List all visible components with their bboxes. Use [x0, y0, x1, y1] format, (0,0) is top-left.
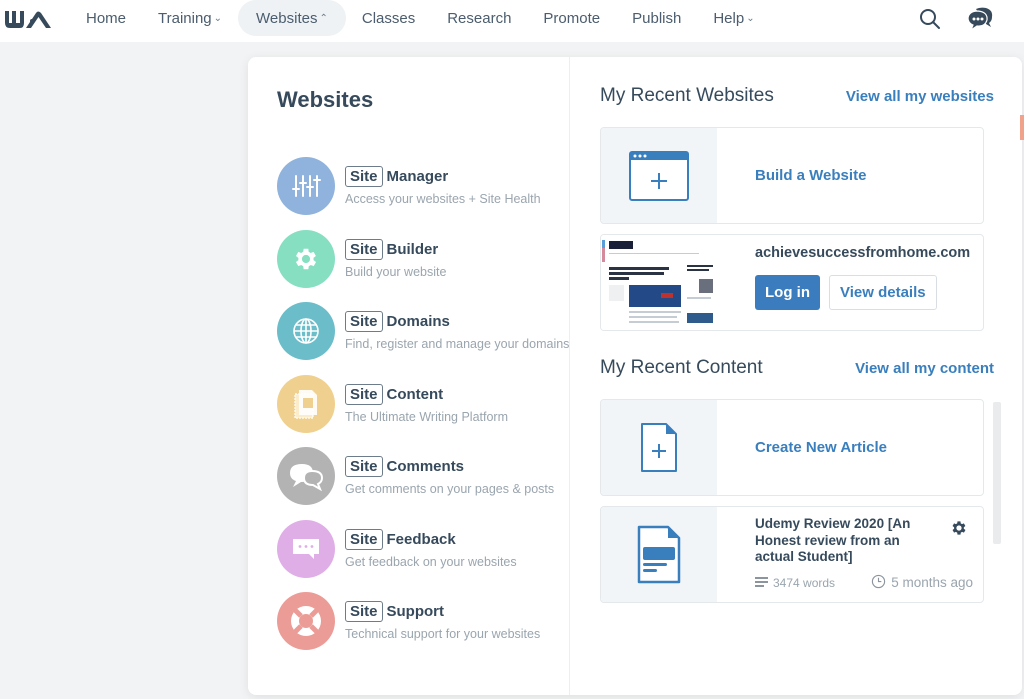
nav-help[interactable]: Help ⌄: [697, 0, 770, 36]
scrollbar[interactable]: [993, 402, 1001, 544]
nav-publish-label: Publish: [632, 9, 682, 27]
nav-training[interactable]: Training ⌄: [142, 0, 238, 36]
view-all-content-link[interactable]: View all my content: [855, 360, 994, 377]
nav-publish[interactable]: Publish: [616, 0, 697, 36]
view-all-websites-link[interactable]: View all my websites: [846, 88, 994, 105]
recent-content-title: My Recent Content: [600, 357, 763, 378]
new-document-icon: [601, 400, 717, 495]
search-icon[interactable]: [916, 5, 944, 33]
site-support-item[interactable]: Site Support Technical support for your w…: [277, 592, 569, 650]
sliders-icon: [277, 157, 335, 215]
website-card: achievesuccessfromhome.com Log in View d…: [600, 234, 984, 331]
create-article-card[interactable]: Create New Article: [600, 399, 984, 496]
site-feedback-desc: Get feedback on your websites: [345, 554, 517, 569]
site-builder-label: Builder: [386, 240, 439, 258]
article-card: Udemy Review 2020 [An Honest review from…: [600, 506, 984, 603]
gear-icon: [277, 229, 335, 288]
login-button[interactable]: Log in: [755, 275, 820, 310]
site-builder-item[interactable]: Site Builder Build your website: [277, 229, 569, 288]
article-document-icon: [601, 507, 717, 602]
view-details-button[interactable]: View details: [829, 275, 937, 310]
site-domains-label: Domains: [386, 313, 450, 330]
article-word-count: 3474 words: [773, 575, 836, 590]
site-comments-item[interactable]: Site Comments Get comments on your pages …: [277, 447, 569, 505]
websites-tools-column: Websites Site Manager Access your website…: [248, 57, 570, 695]
site-support-label: Support: [386, 603, 445, 620]
site-content-desc: The Ultimate Writing Platform: [345, 409, 509, 424]
site-badge: Site: [345, 383, 383, 405]
recent-column: My Recent Websites View all my websites …: [570, 57, 1024, 695]
nav-home[interactable]: Home: [70, 0, 142, 36]
site-manager-label: Manager: [386, 168, 449, 185]
site-content-label: Content: [386, 385, 444, 403]
website-domain[interactable]: achievesuccessfromhome.com: [755, 245, 983, 261]
clock-icon: [871, 574, 886, 592]
chat-icon[interactable]: [966, 5, 994, 33]
site-content-item[interactable]: Site Content The Ultimate Writing Platfor…: [277, 374, 569, 433]
nav-training-label: Training: [158, 9, 212, 27]
document-icon: [277, 374, 335, 433]
site-badge: Site: [345, 166, 383, 187]
site-domains-desc: Find, register and manage your domains: [345, 337, 570, 351]
site-domains-item[interactable]: Site Domains Find, register and manage yo…: [277, 302, 569, 360]
build-website-card[interactable]: Build a Website: [600, 127, 984, 224]
site-comments-label: Comments: [386, 458, 465, 475]
site-badge: Site: [345, 601, 383, 622]
site-manager-item[interactable]: Site Manager Access your websites + Site …: [277, 157, 569, 215]
background-edge-element: [1020, 115, 1024, 140]
wa-logo[interactable]: [3, 7, 53, 31]
site-feedback-label: Feedback: [386, 530, 456, 548]
nav-websites[interactable]: Websites ⌃: [238, 0, 346, 36]
chevron-down-icon: ⌄: [213, 12, 223, 24]
top-navigation-bar: Home Training ⌄ Websites ⌃ Classes Researc…: [0, 0, 1024, 42]
build-website-link[interactable]: Build a Website: [755, 167, 866, 184]
site-comments-desc: Get comments on your pages & posts: [345, 482, 555, 496]
article-time: 5 months ago: [891, 575, 973, 590]
browser-plus-icon: [601, 128, 717, 223]
word-count-icon: [755, 576, 768, 590]
websites-dropdown-panel: Websites Site Manager Access your website…: [248, 57, 1022, 695]
site-manager-desc: Access your websites + Site Health: [345, 192, 541, 206]
create-new-article-link[interactable]: Create New Article: [755, 439, 887, 456]
nav-research[interactable]: Research: [431, 0, 527, 36]
chevron-up-icon: ⌃: [319, 12, 328, 24]
nav-home-label: Home: [86, 9, 127, 27]
site-badge: Site: [345, 528, 383, 550]
nav-help-label: Help: [713, 9, 745, 27]
main-nav: Home Training ⌄ Websites ⌃ Classes Researc…: [70, 0, 771, 36]
site-badge: Site: [345, 311, 383, 332]
site-badge: Site: [345, 238, 383, 260]
site-badge: Site: [345, 456, 383, 477]
website-thumbnail[interactable]: [601, 235, 717, 330]
nav-classes[interactable]: Classes: [346, 0, 431, 36]
gear-icon[interactable]: [950, 519, 968, 542]
nav-research-label: Research: [447, 9, 512, 27]
nav-icons: [916, 5, 994, 33]
site-feedback-item[interactable]: Site Feedback Get feedback on your websit…: [277, 519, 569, 578]
site-support-desc: Technical support for your websites: [345, 627, 541, 641]
nav-classes-label: Classes: [361, 9, 416, 27]
nav-promote[interactable]: Promote: [527, 0, 616, 36]
globe-icon: [277, 302, 335, 360]
comments-icon: [277, 447, 335, 505]
feedback-icon: [277, 519, 335, 578]
chevron-down-icon: ⌄: [746, 12, 755, 24]
nav-promote-label: Promote: [543, 9, 601, 27]
lifebuoy-icon: [277, 592, 335, 650]
site-builder-desc: Build your website: [345, 264, 447, 279]
nav-websites-label: Websites: [256, 9, 318, 27]
article-title[interactable]: Udemy Review 2020 [An Honest review from…: [755, 516, 941, 566]
recent-content-header: My Recent Content View all my content: [600, 357, 994, 379]
websites-menu-title: Websites: [277, 87, 374, 112]
recent-websites-title: My Recent Websites: [600, 85, 774, 106]
recent-websites-header: My Recent Websites View all my websites: [600, 85, 994, 107]
